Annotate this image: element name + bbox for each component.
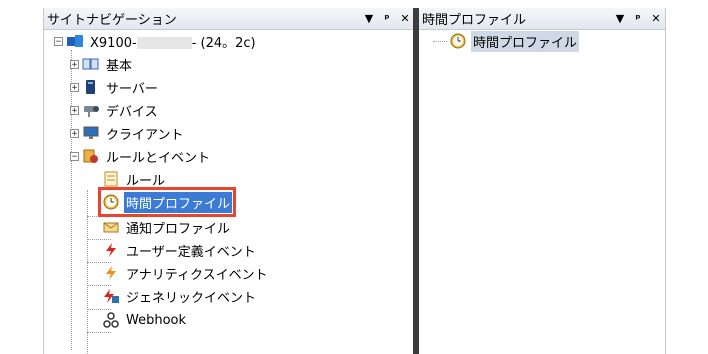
dropdown-icon[interactable]: ▼ [360, 12, 378, 25]
root-label-prefix: X9100- [90, 35, 137, 51]
list-item-time-profiles[interactable]: 時間プロファイル [449, 30, 580, 52]
tree-item-label: 時間プロファイル [124, 191, 233, 213]
tree-item-rules[interactable]: ルール [102, 168, 167, 190]
site-navigation-titlebar: サイトナビゲーション ▼ ᵖ ✕ [44, 8, 414, 30]
time-profiles-titlebar: 時間プロファイル ▼ ᵖ ✕ [419, 8, 665, 30]
tree-item-basic[interactable]: + 基本 [70, 53, 134, 75]
collapse-icon[interactable]: − [70, 151, 79, 161]
tree-item-label: ジェネリックイベント [126, 290, 257, 306]
root-label-suffix: - (24。2c) [191, 35, 256, 51]
close-icon[interactable]: ✕ [396, 12, 414, 25]
pane-title: サイトナビゲーション [47, 13, 177, 28]
rules-icon [82, 148, 100, 164]
time-profiles-pane: 時間プロファイル ▼ ᵖ ✕ 時間プロファイル [419, 8, 666, 354]
expand-icon[interactable]: + [70, 82, 79, 92]
tree-item-time-profiles[interactable]: 時間プロファイル [97, 187, 237, 217]
tree-item-root[interactable]: − X9100- - (24。2c) [54, 30, 258, 52]
pane-title: 時間プロファイル [422, 13, 527, 28]
expand-icon[interactable]: + [70, 59, 79, 69]
tree-item-label: クライアント [106, 127, 184, 143]
list-item-label: 時間プロファイル [471, 30, 580, 52]
expand-icon[interactable]: + [70, 105, 79, 115]
collapse-icon[interactable]: − [54, 36, 63, 46]
tree-item-label: アナリティクスイベント [126, 267, 268, 283]
tree-item-notification-profiles[interactable]: 通知プロファイル [102, 216, 232, 238]
clock-icon [102, 194, 120, 210]
dropdown-icon[interactable]: ▼ [611, 12, 629, 25]
server-icon [82, 79, 100, 95]
clock-icon [449, 33, 467, 49]
pin-icon[interactable]: ᵖ [629, 12, 647, 25]
rule-icon [102, 171, 120, 187]
expand-icon[interactable]: + [70, 128, 79, 138]
tree-item-webhook[interactable]: Webhook [102, 309, 188, 331]
tree-item-label: 通知プロファイル [126, 221, 231, 237]
tree-item-servers[interactable]: + サーバー [70, 76, 160, 98]
book-icon [82, 56, 100, 72]
webhook-icon [102, 312, 120, 328]
tree-item-devices[interactable]: + デバイス [70, 99, 160, 121]
camera-icon [82, 102, 100, 118]
tree-item-label: ルール [126, 173, 166, 189]
tree-item-clients[interactable]: + クライアント [70, 122, 185, 144]
tree-item-label: Webhook [126, 312, 187, 328]
tree-item-label: ルールとイベント [106, 150, 211, 166]
tree-item-label: サーバー [106, 81, 158, 97]
lightning-icon [102, 242, 120, 258]
mail-icon [102, 219, 120, 235]
close-icon[interactable]: ✕ [647, 12, 665, 25]
tree-item-label: ユーザー定義イベント [126, 244, 256, 260]
lightning-doc-icon [102, 288, 120, 304]
tree-item-label: デバイス [106, 104, 158, 120]
tree-item-analytics-events[interactable]: アナリティクスイベント [102, 262, 270, 284]
site-navigation-pane: サイトナビゲーション ▼ ᵖ ✕ − X9100- - (24。2c) + 基本 [43, 8, 414, 354]
server-root-icon [66, 33, 84, 49]
tree-item-user-defined-events[interactable]: ユーザー定義イベント [102, 239, 258, 261]
monitor-icon [82, 125, 100, 141]
pin-icon[interactable]: ᵖ [378, 12, 396, 25]
lightning-chart-icon [102, 265, 120, 281]
redacted-block [136, 37, 192, 49]
tree-item-generic-events[interactable]: ジェネリックイベント [102, 285, 258, 307]
tree-item-label: 基本 [106, 58, 133, 74]
tree-item-rules-events[interactable]: − ルールとイベント [70, 145, 212, 167]
